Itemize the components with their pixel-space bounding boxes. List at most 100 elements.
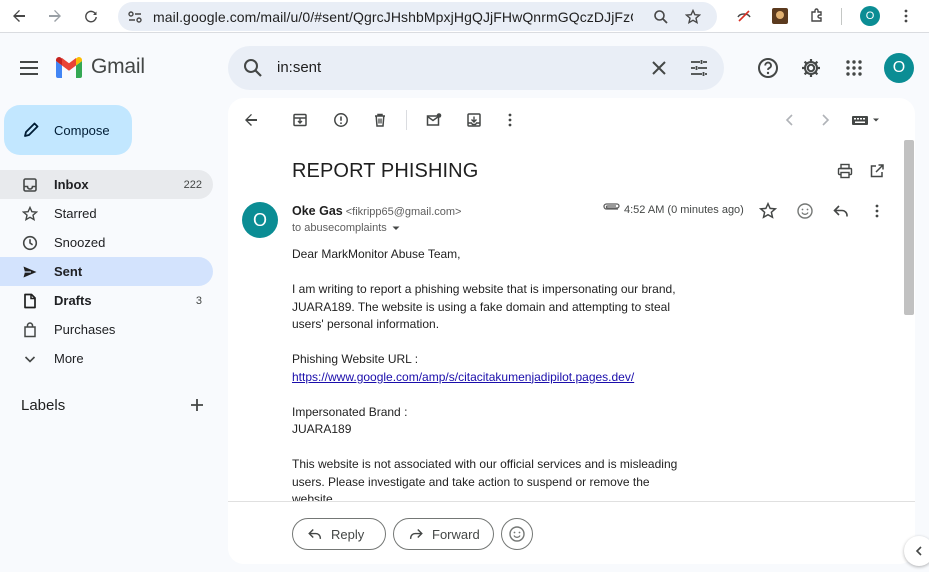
sidebar-item-label: More xyxy=(54,351,84,366)
back-to-sent-arrow-icon[interactable] xyxy=(241,110,261,130)
zoom-icon[interactable] xyxy=(651,7,671,27)
phishing-url-link[interactable]: https://www.google.com/amp/s/citacitakum… xyxy=(292,370,634,384)
vertical-scrollbar[interactable] xyxy=(904,140,914,315)
newer-chevron-icon[interactable] xyxy=(780,110,800,130)
sidebar-item-label: Starred xyxy=(54,206,97,221)
sender-name[interactable]: Oke Gas <fikripp65@gmail.com> xyxy=(292,204,461,218)
more-actions-icon[interactable] xyxy=(500,110,520,130)
reply-button[interactable]: Reply xyxy=(292,518,386,550)
sidebar-item-label: Snoozed xyxy=(54,235,106,250)
email-subject: REPORT PHISHING xyxy=(292,160,479,182)
reply-icon xyxy=(308,529,322,539)
body-greeting: Dear MarkMonitor Abuse Team, xyxy=(292,247,461,261)
input-tools-keyboard-icon[interactable] xyxy=(850,110,886,130)
send-icon xyxy=(22,264,38,280)
labels-heading: Labels xyxy=(21,397,66,414)
recipients-text: to abusecomplaints xyxy=(292,222,387,234)
add-label-plus-icon[interactable] xyxy=(188,396,206,414)
forward-button[interactable]: Forward xyxy=(393,518,494,550)
open-in-new-window-icon[interactable] xyxy=(867,161,887,181)
sender-name-text: Oke Gas xyxy=(292,204,343,218)
star-message-icon[interactable] xyxy=(758,201,778,221)
chrome-divider xyxy=(841,8,842,25)
clear-search-icon[interactable] xyxy=(648,57,670,79)
sidebar-item-label: Purchases xyxy=(54,322,116,337)
sender-avatar[interactable]: O xyxy=(242,202,278,238)
toolbar-divider xyxy=(406,110,407,130)
inbox-icon xyxy=(22,177,38,193)
apps-grid-icon[interactable] xyxy=(841,55,867,81)
extensions-puzzle-icon[interactable] xyxy=(803,2,831,30)
sidebar-item-snoozed[interactable]: Snoozed xyxy=(0,228,213,257)
archive-icon[interactable] xyxy=(290,110,310,130)
gmail-header: Gmail in:sent O xyxy=(0,33,929,104)
main-menu-icon[interactable] xyxy=(18,58,40,78)
reply-bar: Reply Forward xyxy=(228,501,915,564)
extension-portrait-icon[interactable] xyxy=(772,8,788,24)
compose-button[interactable]: Compose xyxy=(4,105,132,155)
emoji-reaction-button[interactable] xyxy=(501,518,533,550)
help-icon[interactable] xyxy=(755,55,781,81)
reply-arrow-icon[interactable] xyxy=(831,201,851,221)
tag-icon xyxy=(22,321,38,338)
reply-label: Reply xyxy=(331,526,365,542)
extension-eye-icon[interactable] xyxy=(730,2,758,30)
mark-unread-icon[interactable] xyxy=(424,110,444,130)
body-paragraph-1: I am writing to report a phishing websit… xyxy=(292,282,676,331)
sidebar-item-label: Inbox xyxy=(54,177,89,192)
reload-icon[interactable] xyxy=(77,2,105,30)
draft-icon xyxy=(22,293,38,309)
forward-arrow-icon xyxy=(409,529,423,539)
phishing-url-label: Phishing Website URL : xyxy=(292,352,419,366)
search-icon[interactable] xyxy=(242,57,264,79)
clock-icon xyxy=(22,235,38,251)
browser-menu-icon[interactable] xyxy=(892,2,920,30)
email-timestamp: 4:52 AM (0 minutes ago) xyxy=(624,204,744,216)
impersonated-brand-label: Impersonated Brand : xyxy=(292,404,408,419)
search-options-icon[interactable] xyxy=(688,57,710,79)
unread-count: 222 xyxy=(183,178,202,191)
report-spam-icon[interactable] xyxy=(331,110,351,130)
sidebar-nav: Inbox 222 Starred Snoozed Sent Drafts 3 … xyxy=(0,170,213,373)
delete-trash-icon[interactable] xyxy=(370,110,390,130)
forward-icon[interactable] xyxy=(41,2,69,30)
draft-count: 3 xyxy=(195,294,202,307)
site-settings-icon[interactable] xyxy=(125,7,145,27)
message-panel: REPORT PHISHING O Oke Gas <fikripp65@gmai… xyxy=(228,98,915,564)
browser-profile-avatar[interactable]: O xyxy=(860,6,880,26)
sidebar-item-drafts[interactable]: Drafts 3 xyxy=(0,286,213,315)
settings-gear-icon[interactable] xyxy=(798,55,824,81)
url-text: mail.google.com/mail/u/0/#sent/QgrcJHshb… xyxy=(153,8,633,25)
back-icon[interactable] xyxy=(5,2,33,30)
account-avatar[interactable]: O xyxy=(884,53,914,83)
impersonated-brand-value: JUARA189 xyxy=(292,422,352,436)
browser-toolbar: mail.google.com/mail/u/0/#sent/QgrcJHshb… xyxy=(0,0,929,33)
older-chevron-icon[interactable] xyxy=(815,110,835,130)
sidebar-item-inbox[interactable]: Inbox 222 xyxy=(0,170,213,199)
smiley-icon xyxy=(509,526,525,542)
search-input[interactable]: in:sent xyxy=(277,59,321,76)
sender-email: <fikripp65@gmail.com> xyxy=(345,206,462,218)
add-reaction-emoji-icon[interactable] xyxy=(795,201,815,221)
star-icon xyxy=(22,205,38,222)
chevron-down-icon xyxy=(22,351,38,367)
sidebar-item-starred[interactable]: Starred xyxy=(0,199,213,228)
sidebar-item-label: Sent xyxy=(54,264,83,279)
bookmark-star-icon[interactable] xyxy=(683,7,703,27)
recipient-details-dropdown-icon[interactable] xyxy=(390,222,402,234)
address-bar[interactable]: mail.google.com/mail/u/0/#sent/QgrcJHshb… xyxy=(118,2,717,31)
search-bar[interactable]: in:sent xyxy=(228,46,724,90)
message-more-options-icon[interactable] xyxy=(867,201,887,221)
show-side-panel-chevron-icon[interactable] xyxy=(904,536,929,566)
print-icon[interactable] xyxy=(835,161,855,181)
sidebar-item-purchases[interactable]: Purchases xyxy=(0,315,213,344)
forward-label: Forward xyxy=(432,526,480,542)
recipients-line[interactable]: to abusecomplaints xyxy=(292,222,402,234)
sidebar-item-label: Drafts xyxy=(54,293,92,308)
gmail-logo[interactable]: Gmail xyxy=(54,55,145,79)
sidebar-item-more[interactable]: More xyxy=(0,344,213,373)
gmail-m-icon xyxy=(56,56,82,78)
move-to-icon[interactable] xyxy=(464,110,484,130)
email-body: Dear MarkMonitor Abuse Team, I am writin… xyxy=(292,246,692,526)
sidebar-item-sent[interactable]: Sent xyxy=(0,257,213,286)
